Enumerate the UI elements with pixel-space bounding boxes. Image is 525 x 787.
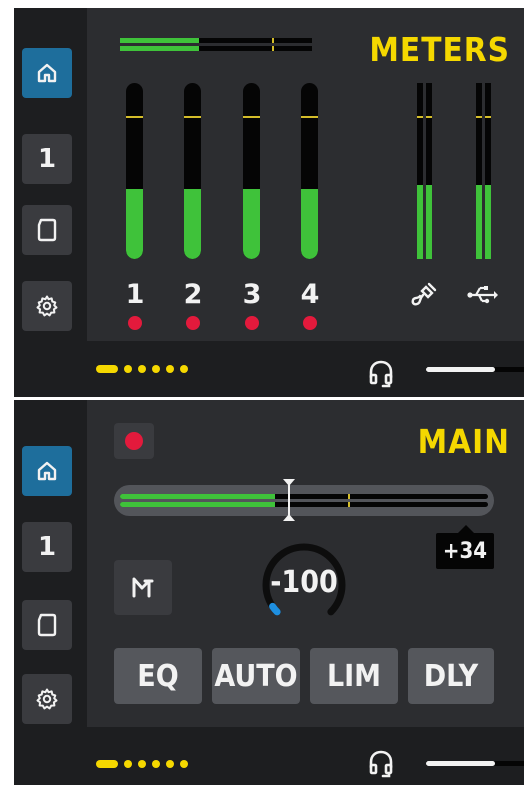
meter-fill bbox=[126, 188, 143, 259]
channel-1-label[interactable]: 1 bbox=[120, 279, 150, 310]
top-level-strip-fill bbox=[120, 38, 199, 43]
page-indicator-dot bbox=[166, 365, 174, 373]
page-indicator[interactable] bbox=[96, 760, 188, 768]
page-indicator-dot bbox=[124, 365, 132, 373]
page-indicator-dot bbox=[138, 760, 146, 768]
page-title: METERS bbox=[369, 30, 510, 69]
headphones-icon bbox=[369, 750, 393, 778]
channel-3-label[interactable]: 3 bbox=[237, 279, 267, 310]
gear-icon bbox=[36, 688, 58, 710]
sidebar-home-button[interactable] bbox=[22, 446, 72, 496]
fader-meter-right bbox=[120, 502, 488, 507]
record-icon bbox=[125, 432, 143, 450]
usb-icon bbox=[467, 286, 498, 304]
page-indicator[interactable] bbox=[96, 365, 188, 373]
channel-3-meter bbox=[243, 83, 260, 259]
headphone-level-bar[interactable] bbox=[426, 761, 524, 766]
fader-meter-left bbox=[120, 494, 488, 499]
main-screen: 1 MAIN +34 -100 EQ AUTO LIM DLY bbox=[14, 400, 524, 785]
sidebar-sd-card-button[interactable] bbox=[22, 600, 72, 650]
meter-peak bbox=[485, 116, 491, 119]
dly-button[interactable]: DLY bbox=[408, 648, 494, 704]
channel-3-rec-indicator bbox=[245, 316, 259, 330]
page-indicator-current bbox=[96, 760, 118, 768]
input-2-meter-left bbox=[476, 83, 482, 259]
channel-4-label[interactable]: 4 bbox=[295, 279, 325, 310]
fader-meter-fill bbox=[120, 502, 275, 507]
top-level-strip-peak bbox=[271, 46, 274, 51]
fader-meter-peak bbox=[348, 502, 351, 507]
sidebar-sd-card-button[interactable] bbox=[22, 205, 72, 255]
meter-peak bbox=[476, 116, 482, 119]
meter-fill bbox=[301, 188, 318, 259]
auto-button[interactable]: AUTO bbox=[212, 648, 300, 704]
page-indicator-dot bbox=[166, 760, 174, 768]
fader-meter-peak bbox=[348, 494, 351, 499]
headphone-level-fill bbox=[426, 761, 495, 766]
meter-peak bbox=[184, 116, 201, 119]
meter-peak bbox=[126, 116, 143, 119]
headphone-level-bar[interactable] bbox=[426, 367, 524, 372]
page-indicator-dot bbox=[180, 365, 188, 373]
fader-handle[interactable] bbox=[282, 478, 296, 522]
meter-fill bbox=[184, 188, 201, 259]
page-indicator-dot bbox=[138, 365, 146, 373]
top-level-strip-fill bbox=[120, 46, 199, 51]
record-button[interactable] bbox=[114, 423, 154, 459]
home-icon bbox=[37, 63, 57, 83]
meter-fill bbox=[243, 188, 260, 259]
sidebar-channel-button[interactable]: 1 bbox=[22, 522, 72, 572]
top-level-strip-left bbox=[120, 38, 312, 43]
meter-fill bbox=[426, 185, 432, 259]
meter-peak bbox=[426, 116, 432, 119]
sidebar-settings-button[interactable] bbox=[22, 281, 72, 331]
meter-peak bbox=[243, 116, 260, 119]
sd-card-icon bbox=[37, 218, 57, 242]
headphone-level-fill bbox=[426, 367, 495, 372]
mic-cable-icon bbox=[411, 282, 437, 306]
headphones-icon bbox=[369, 360, 393, 388]
gain-readout: +34 bbox=[436, 525, 494, 569]
meters-screen: 1 METERS 1 2 3 4 bbox=[14, 8, 524, 397]
meter-fill bbox=[417, 185, 423, 259]
channel-4-rec-indicator bbox=[303, 316, 317, 330]
page-indicator-dot bbox=[180, 760, 188, 768]
sidebar-settings-button[interactable] bbox=[22, 674, 72, 724]
main-fader[interactable] bbox=[114, 485, 494, 516]
gear-icon bbox=[36, 295, 58, 317]
channel-1-meter bbox=[126, 83, 143, 259]
sidebar-channel-label: 1 bbox=[37, 144, 57, 174]
knob-indicator bbox=[269, 602, 281, 616]
channel-2-rec-indicator bbox=[186, 316, 200, 330]
channel-2-meter bbox=[184, 83, 201, 259]
page-title: MAIN bbox=[417, 422, 510, 461]
input-2-meter-right bbox=[485, 83, 491, 259]
lim-button[interactable]: LIM bbox=[310, 648, 398, 704]
mono-button[interactable] bbox=[114, 560, 172, 615]
input-1-meter-right bbox=[426, 83, 432, 259]
meter-fill bbox=[485, 185, 491, 259]
page-indicator-dot bbox=[152, 760, 160, 768]
page-indicator-dot bbox=[152, 365, 160, 373]
page-indicator-current bbox=[96, 365, 118, 373]
channel-2-label[interactable]: 2 bbox=[178, 279, 208, 310]
channel-4-meter bbox=[301, 83, 318, 259]
sidebar-channel-label: 1 bbox=[37, 532, 57, 562]
page-indicator-dot bbox=[124, 760, 132, 768]
home-icon bbox=[37, 461, 57, 481]
fader-meter-fill bbox=[120, 494, 275, 499]
sidebar-home-button[interactable] bbox=[22, 48, 72, 98]
top-level-strip-right bbox=[120, 46, 312, 51]
knob-value: -100 bbox=[270, 565, 338, 600]
input-1-meter-left bbox=[417, 83, 423, 259]
eq-button[interactable]: EQ bbox=[114, 648, 202, 704]
mono-icon bbox=[132, 577, 154, 598]
meter-peak bbox=[417, 116, 423, 119]
meter-fill bbox=[476, 185, 482, 259]
top-level-strip-peak bbox=[271, 38, 274, 43]
channel-1-rec-indicator bbox=[128, 316, 142, 330]
sidebar-channel-button[interactable]: 1 bbox=[22, 134, 72, 184]
meter-peak bbox=[301, 116, 318, 119]
sd-card-icon bbox=[37, 613, 57, 637]
